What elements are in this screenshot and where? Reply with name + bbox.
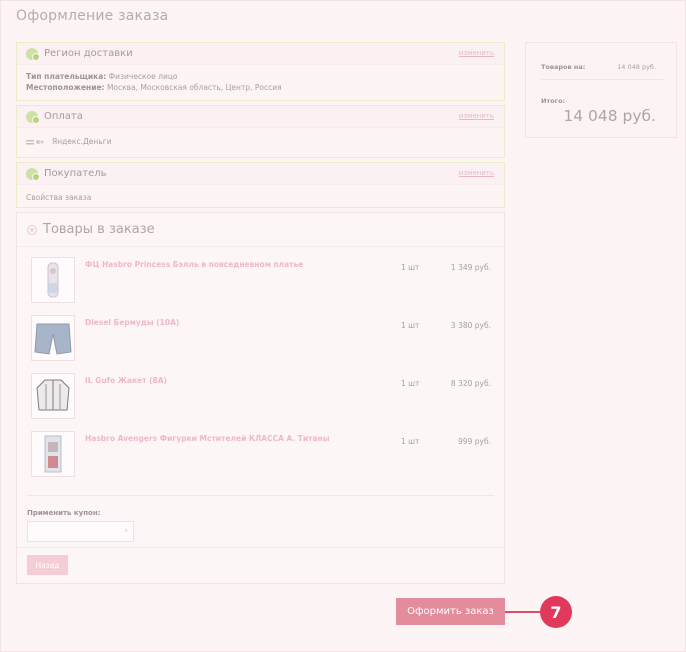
goods-total-label: Товаров на: xyxy=(541,63,586,71)
buyer-body: Свойства заказа xyxy=(17,185,504,209)
checkout-button[interactable]: Оформить заказ xyxy=(396,598,505,625)
product-qty: 1 шт xyxy=(401,263,420,272)
payment-section: Оплата изменить Яндекс.Деньги xyxy=(16,105,505,158)
chevron-right-icon[interactable]: › xyxy=(124,526,128,536)
cart-section-icon xyxy=(27,224,37,235)
shorts-icon xyxy=(34,323,72,355)
total-label: Итого: xyxy=(541,97,566,105)
product-image[interactable] xyxy=(31,315,75,361)
goods-total-value: 14 048 руб. xyxy=(617,63,656,71)
cart-header: Товары в заказе xyxy=(17,213,504,247)
location-value: Москва, Московская область, Центр, Росси… xyxy=(106,83,282,92)
check-icon xyxy=(26,110,40,124)
cart-item: ФЦ Hasbro Princess Бэлль в повседневном … xyxy=(31,257,491,305)
buyer-header: Покупатель xyxy=(17,163,504,185)
region-header: Регион доставки xyxy=(17,43,504,65)
region-body: Тип плательщика: Физическое лицо Местопо… xyxy=(17,65,504,99)
product-qty: 1 шт xyxy=(401,437,420,446)
payment-title: Оплата xyxy=(44,111,83,122)
yandex-money-logo-icon xyxy=(26,139,44,144)
product-price: 1 349 руб. xyxy=(450,263,491,272)
product-name-link[interactable]: Hasbro Avengers Фигурки Мстителей КЛАССА… xyxy=(85,434,345,443)
payment-change-link[interactable]: изменить xyxy=(459,112,494,120)
cart-item: Diesel Бермуды (10A) 1 шт 3 380 руб. xyxy=(31,315,491,363)
doll-figure-icon xyxy=(47,262,59,298)
payment-method: Яндекс.Деньги xyxy=(52,137,112,146)
cart-item: Hasbro Avengers Фигурки Мстителей КЛАССА… xyxy=(31,431,491,479)
product-name-link[interactable]: ФЦ Hasbro Princess Бэлль в повседневном … xyxy=(85,260,345,269)
total-value: 14 048 руб. xyxy=(563,107,656,125)
buyer-change-link[interactable]: изменить xyxy=(459,169,494,177)
order-summary: Товаров на: 14 048 руб. Итого: 14 048 ру… xyxy=(525,42,677,138)
page-title: Оформление заказа xyxy=(16,8,169,24)
payment-body: Яндекс.Деньги xyxy=(17,128,504,153)
back-button[interactable]: Назад xyxy=(27,555,68,575)
region-change-link[interactable]: изменить xyxy=(459,49,494,57)
check-icon xyxy=(26,167,40,181)
step-number-badge: 7 xyxy=(540,596,572,628)
product-name-link[interactable]: IL Gufo Жакет (8A) xyxy=(85,376,345,385)
product-image[interactable] xyxy=(31,431,75,477)
payment-header: Оплата xyxy=(17,106,504,128)
check-icon xyxy=(26,47,40,61)
summary-divider xyxy=(541,79,663,80)
payer-type-label: Тип плательщика: xyxy=(26,72,107,81)
buyer-title: Покупатель xyxy=(44,168,107,179)
region-title: Регион доставки xyxy=(44,48,133,59)
product-price: 8 320 руб. xyxy=(450,379,491,388)
coupon-label: Применить купон: xyxy=(27,509,101,517)
product-qty: 1 шт xyxy=(401,379,420,388)
coupon-input[interactable]: › xyxy=(27,521,134,542)
product-qty: 1 шт xyxy=(401,321,420,330)
order-properties: Свойства заказа xyxy=(26,193,92,202)
cart-divider xyxy=(27,495,494,496)
product-price: 3 380 руб. xyxy=(450,321,491,330)
cart-footer-divider xyxy=(17,547,504,548)
region-section: Регион доставки изменить Тип плательщика… xyxy=(16,42,505,101)
cart-title: Товары в заказе xyxy=(43,222,155,237)
product-price: 999 руб. xyxy=(458,437,491,446)
location-label: Местоположение: xyxy=(26,83,105,92)
annotation-pointer-line xyxy=(505,611,541,613)
jacket-icon xyxy=(36,379,70,411)
buyer-section: Покупатель изменить Свойства заказа xyxy=(16,162,505,208)
product-image[interactable] xyxy=(31,373,75,419)
product-image[interactable] xyxy=(31,257,75,303)
action-figures-icon xyxy=(44,435,62,473)
cart-section: Товары в заказе ФЦ Hasbro Princess Бэлль… xyxy=(16,212,505,584)
product-name-link[interactable]: Diesel Бермуды (10A) xyxy=(85,318,345,327)
cart-item: IL Gufo Жакет (8A) 1 шт 8 320 руб. xyxy=(31,373,491,421)
payer-type-value: Физическое лицо xyxy=(108,72,178,81)
